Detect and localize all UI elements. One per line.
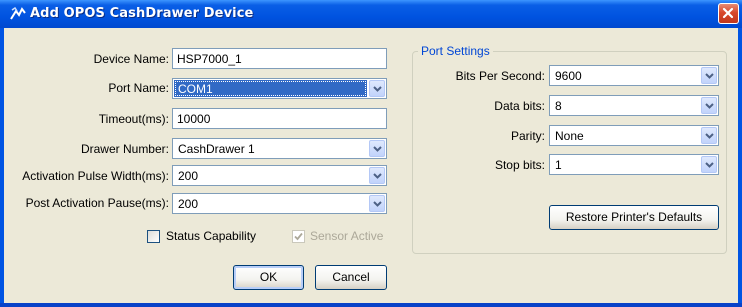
port-name-value: COM1 (174, 80, 367, 97)
timeout-input[interactable]: 10000 (172, 108, 387, 129)
status-capability-label[interactable]: Status Capability (166, 229, 256, 243)
chevron-down-icon (705, 103, 714, 109)
post-pause-combo[interactable]: 200 (172, 193, 387, 214)
data-bits-label: Data bits: (494, 99, 545, 113)
chevron-down-icon (705, 73, 714, 79)
post-pause-value: 200 (178, 197, 199, 211)
chevron-down-icon (373, 201, 382, 207)
data-bits-dropdown-button[interactable] (701, 97, 717, 114)
chevron-down-icon (705, 133, 714, 139)
parity-combo[interactable]: None (549, 125, 719, 146)
pulse-width-value: 200 (178, 169, 199, 183)
drawer-number-value: CashDrawer 1 (178, 142, 255, 156)
window-title: Add OPOS CashDrawer Device (30, 6, 254, 21)
title-bar[interactable]: Add OPOS CashDrawer Device (0, 0, 742, 28)
chevron-down-icon (373, 173, 382, 179)
chevron-down-icon (705, 162, 714, 168)
port-name-label: Port Name: (108, 81, 169, 95)
data-bits-value: 8 (555, 99, 562, 113)
device-name-label: Device Name: (93, 52, 169, 66)
port-name-combo[interactable]: COM1 (172, 78, 387, 99)
drawer-number-combo[interactable]: CashDrawer 1 (172, 138, 387, 159)
pulse-width-combo[interactable]: 200 (172, 165, 387, 186)
app-icon (10, 6, 26, 21)
checkmark-icon (294, 232, 303, 241)
cancel-button[interactable]: Cancel (315, 265, 387, 290)
chevron-down-icon (373, 86, 382, 92)
stop-bits-value: 1 (555, 158, 562, 172)
post-pause-dropdown-button[interactable] (369, 195, 385, 212)
chevron-down-icon (373, 146, 382, 152)
drawer-number-dropdown-button[interactable] (369, 140, 385, 157)
dialog-window: Add OPOS CashDrawer Device Device Name: … (0, 0, 742, 307)
bits-per-second-value: 9600 (555, 69, 582, 83)
restore-defaults-button[interactable]: Restore Printer's Defaults (549, 205, 719, 230)
timeout-label: Timeout(ms): (98, 112, 169, 126)
stop-bits-dropdown-button[interactable] (701, 156, 717, 173)
stop-bits-label: Stop bits: (494, 158, 545, 172)
dialog-body: Device Name: HSP7000_1 Port Name: COM1 T… (4, 28, 738, 303)
stop-bits-combo[interactable]: 1 (549, 154, 719, 175)
pulse-width-label: Activation Pulse Width(ms): (22, 169, 169, 183)
status-capability-checkbox[interactable] (147, 230, 160, 243)
bits-per-second-combo[interactable]: 9600 (549, 65, 719, 86)
data-bits-combo[interactable]: 8 (549, 95, 719, 116)
window-bottom-border (0, 303, 742, 307)
sensor-active-label: Sensor Active (310, 229, 384, 243)
bits-per-second-dropdown-button[interactable] (701, 67, 717, 84)
close-button[interactable] (718, 3, 739, 24)
port-settings-title: Port Settings (418, 44, 493, 58)
parity-label: Parity: (510, 129, 545, 143)
bits-per-second-label: Bits Per Second: (455, 69, 545, 83)
pulse-width-dropdown-button[interactable] (369, 167, 385, 184)
sensor-active-checkbox (292, 230, 305, 243)
port-name-dropdown-button[interactable] (369, 80, 385, 97)
parity-value: None (555, 129, 584, 143)
ok-button[interactable]: OK (233, 265, 304, 290)
close-icon (722, 7, 734, 19)
post-pause-label: Post Activation Pause(ms): (25, 196, 169, 210)
drawer-number-label: Drawer Number: (80, 142, 169, 156)
parity-dropdown-button[interactable] (701, 127, 717, 144)
device-name-input[interactable]: HSP7000_1 (172, 48, 387, 69)
